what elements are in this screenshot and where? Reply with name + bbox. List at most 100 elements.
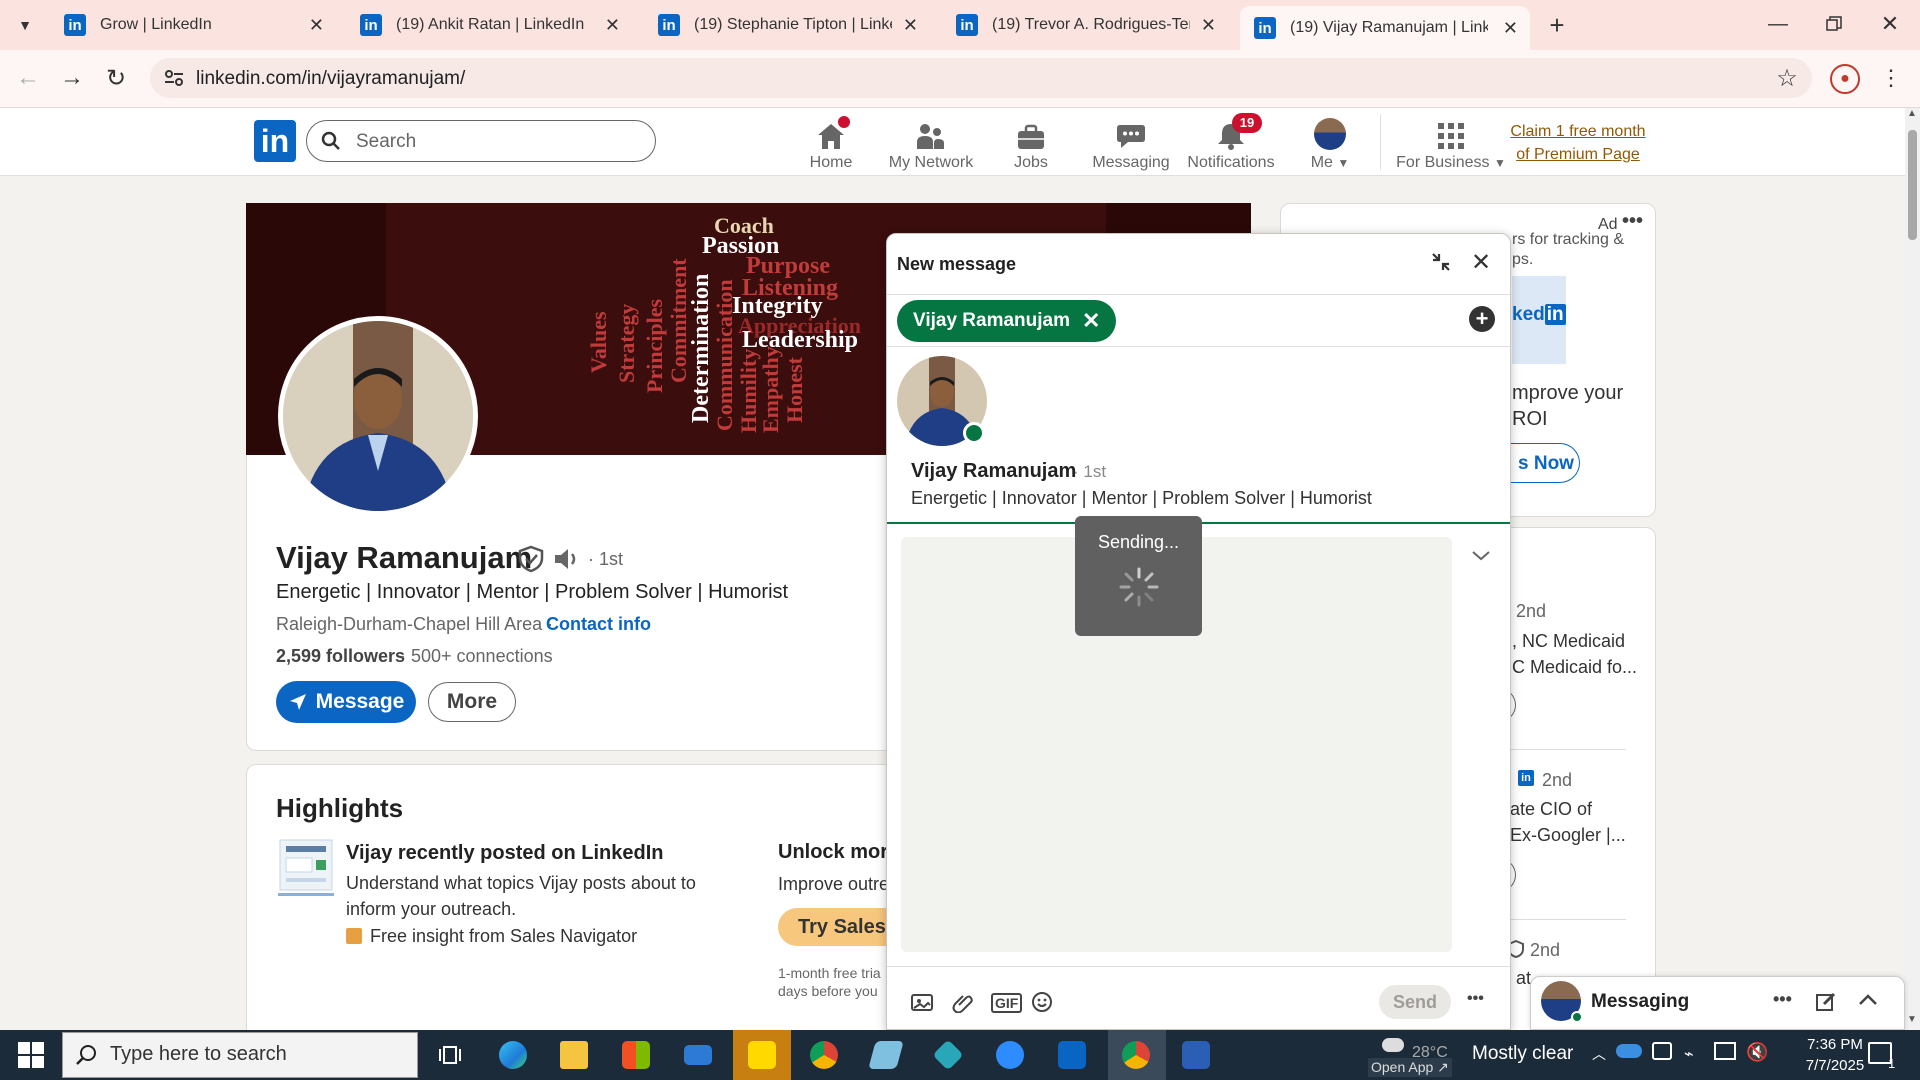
mail-icon[interactable] <box>678 1036 718 1074</box>
bookmark-star-icon[interactable]: ☆ <box>1772 64 1802 92</box>
windows-start-icon[interactable] <box>18 1042 44 1068</box>
volume-muted-icon[interactable]: 🔇 <box>1746 1042 1768 1063</box>
forward-icon[interactable]: → <box>56 62 88 94</box>
close-tab-icon[interactable]: ✕ <box>309 15 324 36</box>
meet-now-icon[interactable] <box>1652 1042 1672 1060</box>
tab-search-icon[interactable]: ▼ <box>10 12 40 38</box>
chevron-down-icon: ▼ <box>1493 156 1506 170</box>
ad-more-icon[interactable]: ••• <box>1622 210 1643 233</box>
nav-me[interactable]: Me ▼ <box>1280 116 1380 172</box>
more-button[interactable]: More <box>428 682 516 722</box>
send-options-icon[interactable]: ••• <box>1467 990 1484 1008</box>
sending-status: Sending... <box>1097 532 1180 552</box>
connections-count[interactable]: · 500+ connections <box>400 646 553 667</box>
nav-label: Home <box>809 154 853 171</box>
scroll-up-icon[interactable]: ▲ <box>1907 108 1917 119</box>
outlook-icon[interactable] <box>1052 1036 1092 1074</box>
page-scrollbar[interactable]: ▲ ▼ <box>1905 108 1920 1030</box>
scrollbar-thumb[interactable] <box>1908 130 1917 240</box>
sticky-notes-icon[interactable] <box>742 1036 782 1074</box>
followers-count[interactable]: 2,599 followers <box>276 646 405 667</box>
profile-photo[interactable] <box>278 316 478 516</box>
browser-tab[interactable]: in (19) Trevor A. Rodrigues-Templar ✕ <box>942 6 1228 44</box>
browser-tab[interactable]: in (19) Ankit Ratan | LinkedIn ✕ <box>346 6 632 44</box>
messaging-more-icon[interactable]: ••• <box>1773 989 1792 1010</box>
chevron-up-icon[interactable] <box>1857 991 1879 1007</box>
site-settings-icon[interactable] <box>162 66 186 90</box>
back-icon[interactable]: ← <box>12 62 44 94</box>
teal-app-icon[interactable] <box>928 1036 968 1074</box>
online-status-dot <box>1571 1011 1583 1023</box>
person-degree: 2nd <box>1542 770 1573 790</box>
gif-icon[interactable]: GIF <box>991 993 1023 1013</box>
desc-line: inform your outreach. <box>346 899 517 919</box>
add-recipient-icon[interactable]: + <box>1469 306 1495 332</box>
task-view-icon[interactable] <box>430 1036 470 1074</box>
pronunciation-speaker-icon[interactable] <box>552 546 582 572</box>
expand-compose-chevron-icon[interactable] <box>1471 550 1491 562</box>
remove-recipient-icon[interactable]: ✕ <box>1082 308 1100 334</box>
chrome-icon[interactable] <box>804 1036 844 1074</box>
browser-tab[interactable]: in (19) Stephanie Tipton | LinkedIn ✕ <box>644 6 930 44</box>
chrome-profile-icon[interactable] <box>1116 1036 1156 1074</box>
nav-label: For Business <box>1396 154 1490 171</box>
nav-home[interactable]: Home <box>782 116 880 172</box>
browser-tab-active[interactable]: in (19) Vijay Ramanujam | LinkedIn ✕ <box>1240 6 1530 50</box>
try-sales-navigator-button[interactable]: Try Sales N <box>778 908 898 946</box>
messaging-bar[interactable]: Messaging ••• <box>1530 976 1905 1030</box>
highlights-title: Highlights <box>276 793 404 823</box>
minimize-icon[interactable]: — <box>1760 8 1796 40</box>
recipient-name[interactable]: Vijay Ramanujam <box>911 460 1076 483</box>
taskbar-clock[interactable]: 7:36 PM 7/7/2025 <box>1790 1034 1880 1076</box>
post-highlight-title[interactable]: Vijay recently posted on LinkedIn <box>346 842 664 865</box>
notes-app-icon[interactable] <box>866 1036 906 1074</box>
file-explorer-icon[interactable] <box>554 1036 594 1074</box>
attach-file-icon[interactable] <box>951 991 973 1013</box>
url-text[interactable]: linkedin.com/in/vijayramanujam/ <box>196 68 465 90</box>
unlock-desc: Improve outre <box>778 874 890 894</box>
browser-menu-icon[interactable]: ⋮ <box>1876 62 1906 94</box>
weather-text[interactable]: Mostly clear <box>1472 1043 1573 1065</box>
new-tab-icon[interactable]: + <box>1540 10 1574 40</box>
profile-icon[interactable]: ● <box>1830 64 1860 94</box>
briefcase-icon <box>982 116 1080 150</box>
nav-messaging[interactable]: Messaging <box>1082 116 1180 172</box>
close-dialog-icon[interactable]: ✕ <box>1471 248 1491 277</box>
message-button[interactable]: Message <box>276 681 416 723</box>
recipient-chip[interactable]: Vijay Ramanujam ✕ <box>897 300 1117 342</box>
show-hidden-icons-chevron-icon[interactable]: ︿ <box>1592 1044 1606 1064</box>
open-app-tooltip[interactable]: Open App ↗ <box>1368 1058 1452 1077</box>
linkedin-logo[interactable]: in <box>254 120 296 162</box>
edge-browser-icon[interactable] <box>493 1036 533 1074</box>
close-tab-icon[interactable]: ✕ <box>903 15 918 36</box>
close-tab-icon[interactable]: ✕ <box>1201 15 1216 36</box>
attach-image-icon[interactable] <box>911 992 933 1012</box>
nav-for-business[interactable]: For Business ▼ <box>1390 116 1512 172</box>
premium-link[interactable]: Claim 1 free month of Premium Page <box>1508 120 1648 166</box>
battery-icon[interactable]: ⌁ <box>1684 1044 1694 1064</box>
nav-jobs[interactable]: Jobs <box>982 116 1080 172</box>
minimize-dialog-icon[interactable] <box>1429 250 1453 274</box>
ad-text: mprove your ROI <box>1512 380 1623 432</box>
dialog-title: New message <box>897 254 1017 274</box>
store-icon[interactable] <box>616 1036 656 1074</box>
close-tab-icon[interactable]: ✕ <box>1503 18 1518 39</box>
browser-tab[interactable]: in Grow | LinkedIn ✕ <box>50 6 336 44</box>
nav-my-network[interactable]: My Network <box>882 116 980 172</box>
word-icon[interactable] <box>1176 1036 1216 1074</box>
network-status-icon[interactable] <box>1714 1042 1736 1060</box>
emoji-icon[interactable] <box>1031 991 1053 1013</box>
zoom-icon[interactable] <box>990 1036 1030 1074</box>
restore-icon[interactable] <box>1816 8 1852 40</box>
connection-degree: · 1st <box>588 549 624 569</box>
reload-icon[interactable]: ↻ <box>100 62 132 94</box>
close-tab-icon[interactable]: ✕ <box>605 15 620 36</box>
contact-info-link[interactable]: Contact info <box>546 614 651 635</box>
verified-shield-icon[interactable] <box>518 545 544 573</box>
close-window-icon[interactable]: ✕ <box>1872 8 1908 40</box>
send-button[interactable]: Send <box>1379 985 1451 1019</box>
onedrive-icon[interactable] <box>1616 1044 1642 1058</box>
scroll-down-icon[interactable]: ▼ <box>1907 1014 1917 1025</box>
compose-icon[interactable] <box>1815 991 1837 1013</box>
nav-notifications[interactable]: Notifications <box>1182 116 1280 172</box>
